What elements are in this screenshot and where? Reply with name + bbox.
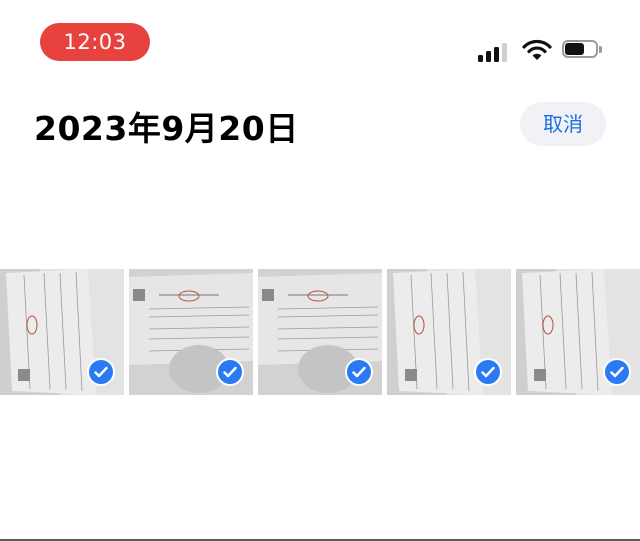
- checkmark-circle-icon: [345, 358, 373, 386]
- photo-picker-screen: 12:03 2023年9月20日 取消: [0, 0, 640, 541]
- photo-thumbnail[interactable]: [258, 269, 382, 395]
- checkmark-circle-icon: [603, 358, 631, 386]
- battery-level: [565, 43, 584, 55]
- signal-bar: [502, 43, 507, 62]
- status-time[interactable]: 12:03: [40, 23, 150, 61]
- battery-icon: [562, 40, 604, 60]
- photo-thumbnail[interactable]: [387, 269, 511, 395]
- signal-bar: [478, 55, 483, 62]
- checkmark-circle-icon: [216, 358, 244, 386]
- photo-thumbnail[interactable]: [129, 269, 253, 395]
- signal-bar: [494, 47, 499, 62]
- photo-grid: [0, 269, 640, 395]
- checkmark-circle-icon: [474, 358, 502, 386]
- cellular-signal-icon: [478, 40, 512, 62]
- photo-thumbnail[interactable]: [516, 269, 640, 395]
- cancel-button[interactable]: 取消: [520, 102, 606, 146]
- checkmark-circle-icon: [87, 358, 115, 386]
- battery-tip: [599, 46, 602, 53]
- date-title: 2023年9月20日: [34, 109, 299, 148]
- signal-bar: [486, 51, 491, 62]
- photo-thumbnail[interactable]: [0, 269, 124, 395]
- wifi-icon: [522, 38, 552, 62]
